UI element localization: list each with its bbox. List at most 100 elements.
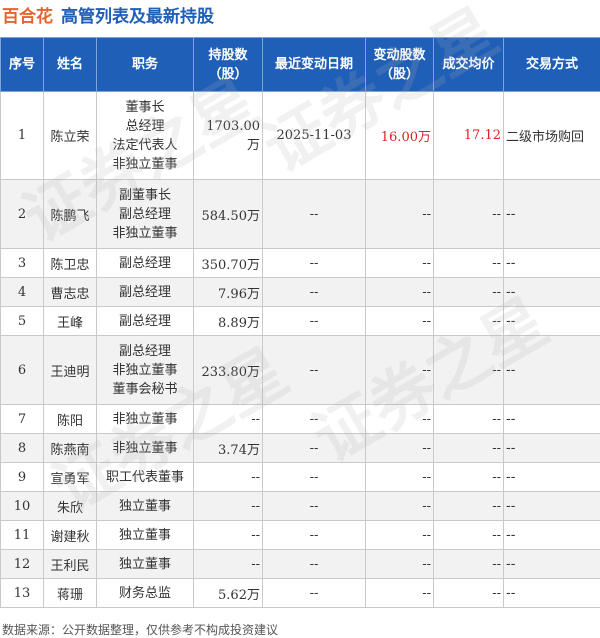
cell-date: --: [263, 249, 366, 278]
role-label: 非独立董事: [99, 410, 191, 429]
cell-name: 王峰: [44, 307, 97, 336]
col-header-type: 交易方式: [504, 38, 600, 92]
cell-trade-type: --: [504, 463, 600, 492]
cell-price: --: [434, 180, 504, 249]
cell-no: 8: [1, 434, 44, 463]
cell-price: --: [434, 492, 504, 521]
cell-change: --: [366, 463, 434, 492]
cell-change: --: [366, 521, 434, 550]
stock-name: 百合花: [2, 9, 53, 26]
table-row: 2陈鹏飞副董事长副总经理非独立董事584.50万--------: [1, 180, 600, 249]
cell-price: 17.12: [434, 92, 504, 180]
cell-date: --: [263, 405, 366, 434]
cell-role: 副总经理: [97, 249, 194, 278]
cell-price: --: [434, 463, 504, 492]
role-label: 独立董事: [99, 526, 191, 545]
table-header-row: 序号 姓名 职务 持股数（股） 最近变动日期 变动股数（股） 成交均价 交易方式: [1, 38, 600, 92]
cell-no: 13: [1, 579, 44, 608]
cell-holding: --: [194, 463, 263, 492]
cell-holding: 350.70万: [194, 249, 263, 278]
cell-holding: 8.89万: [194, 307, 263, 336]
cell-date: --: [263, 336, 366, 405]
cell-date: --: [263, 579, 366, 608]
cell-role: 独立董事: [97, 521, 194, 550]
col-header-price: 成交均价: [434, 38, 504, 92]
cell-no: 12: [1, 550, 44, 579]
role-label: 非独立董事: [99, 439, 191, 458]
cell-trade-type: --: [504, 492, 600, 521]
cell-holding: 7.96万: [194, 278, 263, 307]
cell-price: --: [434, 550, 504, 579]
cell-trade-type: 二级市场购回: [504, 92, 600, 180]
role-label: 副总经理: [99, 254, 191, 273]
cell-no: 2: [1, 180, 44, 249]
cell-change: --: [366, 579, 434, 608]
role-label: 非独立董事: [99, 361, 191, 380]
cell-name: 蒋珊: [44, 579, 97, 608]
cell-price: --: [434, 521, 504, 550]
table-row: 10朱欣独立董事----------: [1, 492, 600, 521]
table-row: 1陈立荣董事长总经理法定代表人非独立董事1703.00万2025-11-0316…: [1, 92, 600, 180]
cell-name: 宣勇军: [44, 463, 97, 492]
cell-holding: --: [194, 492, 263, 521]
cell-no: 1: [1, 92, 44, 180]
table-title: 高管列表及最新持股: [61, 9, 214, 26]
role-label: 职工代表董事: [99, 468, 191, 487]
cell-role: 独立董事: [97, 550, 194, 579]
cell-trade-type: --: [504, 180, 600, 249]
cell-date: --: [263, 180, 366, 249]
cell-price: --: [434, 336, 504, 405]
cell-no: 5: [1, 307, 44, 336]
role-label: 非独立董事: [99, 224, 191, 243]
cell-change: --: [366, 405, 434, 434]
source-note: 数据来源：公开数据整理，仅供参考不构成投资建议: [2, 621, 278, 638]
col-header-name: 姓名: [44, 38, 97, 92]
cell-price: --: [434, 579, 504, 608]
cell-price: --: [434, 249, 504, 278]
cell-role: 独立董事: [97, 492, 194, 521]
cell-holding: 233.80万: [194, 336, 263, 405]
cell-name: 陈燕南: [44, 434, 97, 463]
cell-trade-type: --: [504, 550, 600, 579]
role-label: 副总经理: [99, 283, 191, 302]
cell-holding: --: [194, 405, 263, 434]
role-label: 副总经理: [99, 205, 191, 224]
role-label: 财务总监: [99, 584, 191, 603]
cell-date: 2025-11-03: [263, 92, 366, 180]
table-row: 12王利民独立董事----------: [1, 550, 600, 579]
cell-change: --: [366, 434, 434, 463]
cell-change: --: [366, 550, 434, 579]
table-row: 11谢建秋独立董事----------: [1, 521, 600, 550]
role-label: 总经理: [99, 117, 191, 136]
cell-date: --: [263, 278, 366, 307]
cell-no: 3: [1, 249, 44, 278]
role-label: 副总经理: [99, 342, 191, 361]
cell-change: --: [366, 180, 434, 249]
cell-no: 6: [1, 336, 44, 405]
cell-trade-type: --: [504, 434, 600, 463]
role-label: 法定代表人: [99, 136, 191, 155]
cell-no: 4: [1, 278, 44, 307]
cell-name: 陈卫忠: [44, 249, 97, 278]
cell-price: --: [434, 278, 504, 307]
cell-price: --: [434, 307, 504, 336]
table-row: 6王迪明副总经理非独立董事董事会秘书233.80万--------: [1, 336, 600, 405]
table-row: 8陈燕南非独立董事3.74万--------: [1, 434, 600, 463]
cell-date: --: [263, 434, 366, 463]
cell-trade-type: --: [504, 278, 600, 307]
table-row: 5王峰副总经理8.89万--------: [1, 307, 600, 336]
role-label: 董事会秘书: [99, 380, 191, 399]
cell-name: 陈阳: [44, 405, 97, 434]
role-label: 副董事长: [99, 186, 191, 205]
cell-change: --: [366, 249, 434, 278]
cell-no: 7: [1, 405, 44, 434]
cell-holding: 5.62万: [194, 579, 263, 608]
cell-trade-type: --: [504, 307, 600, 336]
table-row: 9宣勇军职工代表董事----------: [1, 463, 600, 492]
role-label: 董事长: [99, 98, 191, 117]
cell-trade-type: --: [504, 579, 600, 608]
cell-change: --: [366, 336, 434, 405]
cell-name: 陈立荣: [44, 92, 97, 180]
role-label: 独立董事: [99, 497, 191, 516]
cell-holding: --: [194, 521, 263, 550]
